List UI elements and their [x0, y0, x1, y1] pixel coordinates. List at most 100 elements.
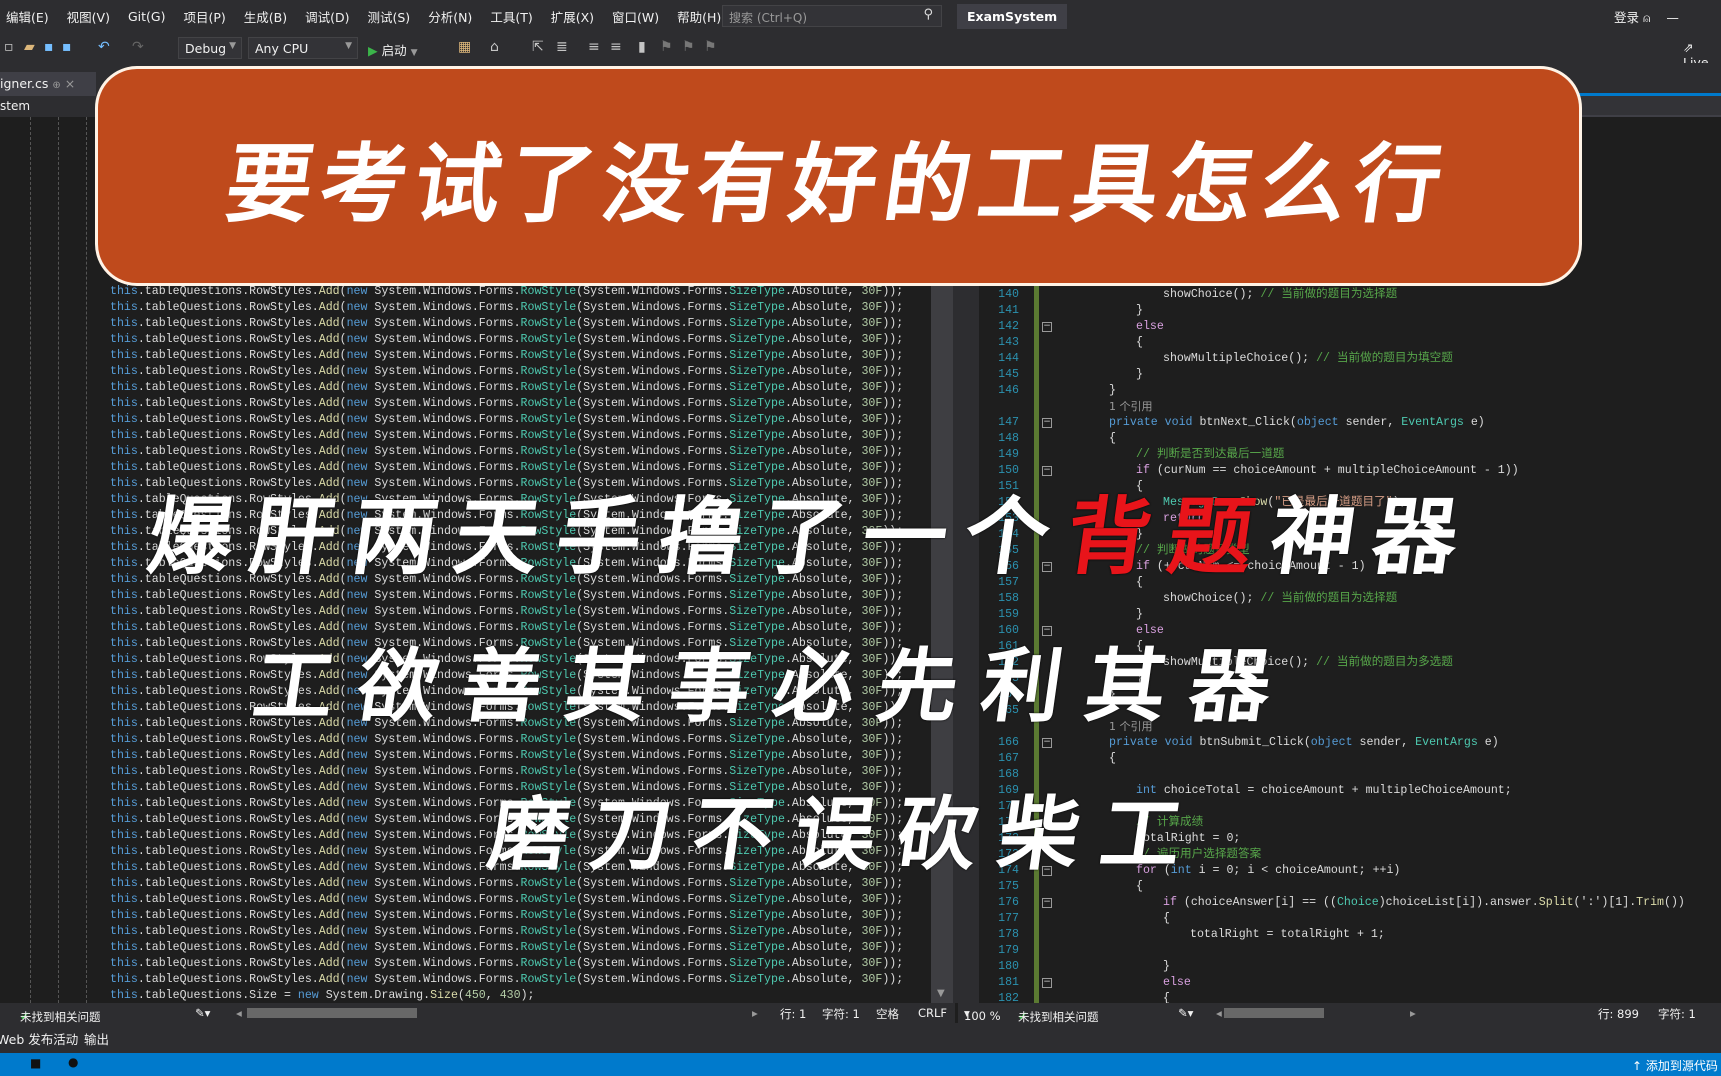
new-project-icon[interactable]: ▫ [4, 39, 14, 55]
codelens-reference[interactable]: 1 个引用 [1109, 399, 1153, 415]
code-line: this.tableQuestions.RowStyles.Add(new Sy… [110, 333, 904, 346]
scroll-left-icon[interactable]: ◂ [1216, 1006, 1222, 1020]
scroll-right-icon[interactable]: ▸ [1410, 1006, 1416, 1020]
format-icon[interactable]: ≣ [556, 39, 568, 55]
code-line: { [1163, 912, 1170, 925]
overlay-caption-3: 磨刀不误砍柴工 [482, 787, 1210, 881]
right-horizontal-scrollbar[interactable] [1224, 1008, 1324, 1018]
code-line: this.tableQuestions.Size = new System.Dr… [110, 989, 535, 1002]
scroll-right-icon[interactable]: ▸ [752, 1006, 758, 1020]
code-line: showMultipleChoice(); // 当前做的题目为填空题 [1163, 352, 1453, 365]
collapse-icon[interactable]: − [1042, 322, 1052, 332]
clear-bookmark-icon[interactable]: ⚑ [704, 39, 717, 55]
stop-icon[interactable]: ■ [30, 1056, 41, 1070]
scroll-down-icon[interactable]: ▼ [937, 988, 945, 999]
menu-item[interactable]: 工具(T) [484, 7, 544, 26]
code-line: } [1163, 960, 1170, 973]
spaces-indicator[interactable]: 空格 [876, 1006, 899, 1022]
comment-icon[interactable]: ≡ [588, 39, 600, 55]
menu-item[interactable]: 生成(B) [238, 7, 299, 26]
line-indicator: 行: 1 [780, 1007, 807, 1021]
pin-icon[interactable]: ⊕ [52, 80, 60, 91]
eol-indicator[interactable]: CRLF [918, 1006, 947, 1020]
left-horizontal-scrollbar[interactable] [247, 1008, 417, 1018]
code-line: this.tableQuestions.RowStyles.Add(new Sy… [110, 749, 904, 762]
code-line: this.tableQuestions.RowStyles.Add(new Sy… [110, 957, 904, 970]
line-number: 149 [998, 448, 1019, 461]
open-folder-icon[interactable]: ▰ [24, 39, 35, 55]
redo-icon[interactable]: ↷ [132, 39, 144, 55]
menu-item[interactable]: 视图(V) [61, 7, 122, 26]
left-editor-status: ✔ 未找到相关问题 ✎▾ ◂ ▸ 行: 1 字符: 1 空格 CRLF [0, 1003, 955, 1024]
minimize-icon[interactable]: — [1666, 10, 1679, 25]
home-icon[interactable]: ⌂ [490, 39, 499, 55]
collapse-icon[interactable]: − [1042, 978, 1052, 988]
line-number: 176 [998, 896, 1019, 909]
share-icon: ⇗ [1683, 40, 1694, 55]
login-button[interactable]: 登录 ⍝ — [1614, 7, 1679, 26]
source-control-button[interactable]: ↑ 添加到源代码 [1632, 1057, 1718, 1074]
collapse-icon[interactable]: − [1042, 418, 1052, 428]
menu-item[interactable]: 窗口(W) [606, 7, 671, 26]
next-bookmark-icon[interactable]: ⚑ [682, 39, 695, 55]
line-number: 180 [998, 960, 1019, 973]
arrow-up-icon: ↑ [1632, 1059, 1643, 1073]
code-line: { [1109, 752, 1116, 765]
collapse-icon[interactable]: − [1042, 738, 1052, 748]
code-line: this.tableQuestions.RowStyles.Add(new Sy… [110, 365, 904, 378]
menu-item[interactable]: 编辑(E) [0, 7, 61, 26]
menu-item[interactable]: 项目(P) [177, 7, 237, 26]
save-icon[interactable]: ▪ [44, 39, 54, 55]
platform-select[interactable]: Any CPU ▼ [248, 37, 358, 59]
line-indicator: 行: 899 [1598, 1007, 1639, 1021]
code-line: } [1136, 304, 1143, 317]
line-number: 182 [998, 992, 1019, 1003]
search-icon: ⚲ [923, 7, 933, 22]
code-line: } [1136, 608, 1143, 621]
user-icon: ⍝ [1643, 10, 1651, 25]
collapse-icon[interactable]: − [1042, 898, 1052, 908]
tab-designer-cs[interactable]: igner.cs ⊕ × [0, 72, 96, 96]
bookmark-icon[interactable]: ▮ [638, 39, 646, 55]
line-number: 177 [998, 912, 1019, 925]
start-button[interactable]: ▶ 启动 ▼ [368, 40, 418, 59]
chevron-down-icon: ▼ [345, 41, 352, 51]
zoom-value: 100 % [964, 1009, 1001, 1023]
menu-item[interactable]: 扩展(X) [545, 7, 606, 26]
caption-1-highlight: 背题 [1060, 487, 1279, 586]
line-number: 146 [998, 384, 1019, 397]
undo-icon[interactable]: ↶ [98, 39, 110, 55]
menu-item[interactable]: Git(G) [122, 9, 178, 24]
code-line: this.tableQuestions.RowStyles.Add(new Sy… [110, 301, 904, 314]
configuration-select[interactable]: Debug ▼ [178, 37, 242, 59]
menu-item[interactable]: 测试(S) [362, 7, 423, 26]
line-number: 181 [998, 976, 1019, 989]
search-placeholder: 搜索 (Ctrl+Q) [729, 11, 808, 25]
pin-icon[interactable]: ● [68, 1055, 78, 1069]
code-line: else [1136, 320, 1164, 333]
prev-bookmark-icon[interactable]: ⚑ [660, 39, 673, 55]
code-line: if (choiceAnswer[i] == ((Choice)choiceLi… [1163, 896, 1685, 909]
tab-web-publish[interactable]: Web 发布活动 [0, 1029, 78, 1048]
zoom-select[interactable]: 100 % ▾ [964, 1006, 1001, 1023]
cleanup-icon[interactable]: ✎▾ [195, 1006, 210, 1020]
tab-output[interactable]: 输出 [84, 1029, 109, 1048]
menu-item[interactable]: 分析(N) [422, 7, 484, 26]
step-icon[interactable]: ⇱ [532, 39, 544, 55]
menu-item[interactable]: 调试(D) [299, 7, 361, 26]
cleanup-icon[interactable]: ✎▾ [1178, 1006, 1193, 1020]
status-bar: ■ ● ↑ 添加到源代码 [0, 1053, 1721, 1076]
save-all-icon[interactable]: ▪ [62, 39, 72, 55]
find-in-files-icon[interactable]: ▦ [458, 39, 471, 55]
code-line: { [1109, 432, 1116, 445]
search-input[interactable]: 搜索 (Ctrl+Q) ⚲ [722, 5, 942, 27]
scroll-left-icon[interactable]: ◂ [236, 1006, 242, 1020]
caption-1-tail: 神器 [1264, 487, 1483, 586]
source-control-label: 添加到源代码 [1645, 1059, 1718, 1073]
chevron-down-icon: ▼ [410, 48, 418, 58]
char-indicator: 字符: 1 [822, 1007, 860, 1021]
close-icon[interactable]: × [65, 76, 75, 91]
uncomment-icon[interactable]: ≡ [610, 39, 622, 55]
code-line: this.tableQuestions.RowStyles.Add(new Sy… [110, 941, 904, 954]
tab-label: igner.cs [0, 76, 49, 91]
